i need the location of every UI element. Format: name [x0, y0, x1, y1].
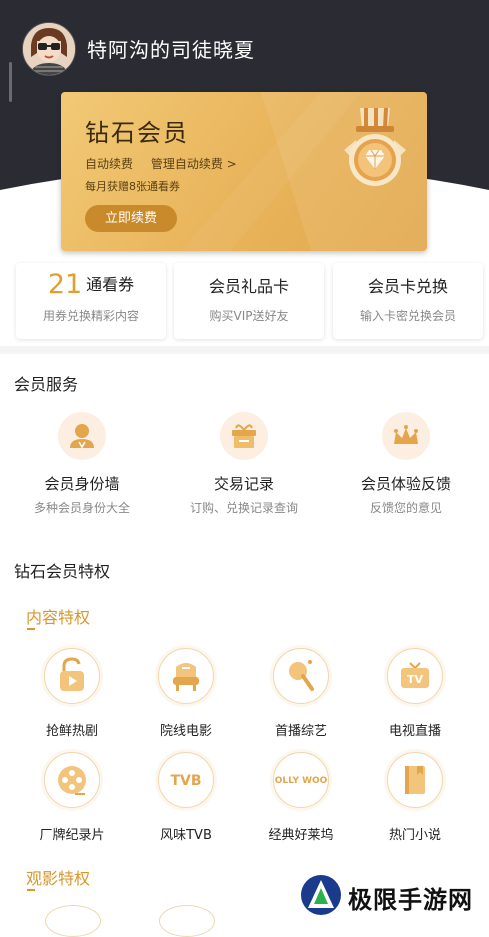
renew-button[interactable]: 立即续费	[85, 205, 177, 232]
svg-text:TV: TV	[407, 673, 424, 686]
privilege-live-tv[interactable]: TV 电视直播	[365, 648, 465, 739]
username[interactable]: 特阿沟的司徒晓夏	[87, 34, 255, 63]
tvb-logo-icon: TVB	[158, 752, 214, 808]
coupon-count: 21	[47, 269, 83, 300]
book-icon	[387, 752, 443, 808]
privilege-label: 热门小说	[388, 828, 441, 843]
cinema-seat-icon	[158, 648, 214, 704]
privilege-label: 院线电影	[159, 724, 212, 739]
heading-underline	[27, 889, 35, 891]
privilege-hollywood[interactable]: HOLLY WOOD 经典好莱坞	[251, 752, 351, 843]
privilege-hot-drama[interactable]: 抢鲜热剧	[22, 648, 122, 739]
auto-renew-label: 自动续费	[85, 157, 134, 171]
privilege-tvb[interactable]: TVB 风味TVB	[136, 752, 236, 843]
gift-card-subtitle: 购买VIP送好友	[209, 309, 289, 323]
watermark-text: 极限手游网	[348, 886, 473, 914]
coupon-card-title: 21 通看券	[16, 269, 166, 300]
service-feedback[interactable]: 会员体验反馈 反馈您的意见	[326, 412, 486, 516]
monthly-gift-text: 每月获赠8张通看券	[85, 180, 180, 193]
privilege-variety[interactable]: 首播综艺	[251, 648, 351, 739]
coupon-subtitle: 用券兑换精彩内容	[42, 309, 139, 323]
divider-band	[0, 346, 489, 354]
service-label: 会员体验反馈	[360, 475, 451, 493]
watermark-logo-icon	[301, 875, 341, 915]
unlock-play-icon	[44, 648, 100, 704]
privilege-label: 首播综艺	[274, 724, 327, 739]
privilege-documentary[interactable]: 厂牌纪录片	[22, 752, 122, 843]
vip-card-renew-line: 自动续费 管理自动续费 >	[85, 155, 237, 172]
privilege-label: 抢鲜热剧	[45, 724, 98, 739]
privilege-label: 厂牌纪录片	[39, 828, 105, 843]
scroll-indicator[interactable]	[9, 62, 12, 102]
service-subtitle: 反馈您的意见	[369, 501, 442, 515]
viewing-privileges-heading: 观影特权	[26, 869, 91, 888]
content-privileges-heading: 内容特权	[26, 608, 91, 627]
privilege-novels[interactable]: 热门小说	[365, 752, 465, 843]
tv-icon: TV	[387, 648, 443, 704]
card-redeem-title: 会员卡兑换	[367, 277, 448, 296]
avatar-image	[23, 23, 75, 75]
service-subtitle: 多种会员身份大全	[33, 501, 130, 515]
partial-privilege-icon[interactable]	[159, 905, 215, 937]
privilege-cinema[interactable]: 院线电影	[136, 648, 236, 739]
service-label: 会员身份墙	[44, 475, 120, 493]
vip-card-title: 钻石会员	[85, 119, 189, 147]
hollywood-logo-icon: HOLLY WOOD	[267, 752, 335, 808]
privileges-section-title: 钻石会员特权	[14, 562, 111, 581]
tvb-logo-text: TVB	[170, 773, 201, 789]
crown-icon	[382, 412, 430, 460]
service-identity-wall[interactable]: 会员身份墙 多种会员身份大全	[2, 412, 162, 516]
heading-underline	[27, 628, 35, 630]
coupon-label: 通看券	[86, 275, 135, 294]
avatar[interactable]	[22, 22, 76, 76]
gift-card[interactable]: 会员礼品卡 购买VIP送好友	[174, 263, 324, 339]
film-reel-icon	[44, 752, 100, 808]
privilege-label: 电视直播	[388, 724, 441, 739]
microphone-icon	[273, 648, 329, 704]
card-redeem-subtitle: 输入卡密兑换会员	[359, 309, 456, 323]
site-watermark: 极限手游网	[296, 872, 489, 920]
gift-box-icon	[220, 412, 268, 460]
member-avatar-icon	[58, 412, 106, 460]
partial-privilege-icon[interactable]	[45, 905, 101, 937]
manage-renew-link[interactable]: 管理自动续费 >	[151, 157, 237, 171]
vip-card[interactable]: 钻石会员 自动续费 管理自动续费 > 每月获赠8张通看券 立即续费	[61, 92, 427, 251]
hollywood-logo-text: HOLLY WOOD	[274, 776, 328, 786]
service-subtitle: 订购、兑换记录查询	[189, 501, 298, 515]
diamond-medal-icon	[344, 108, 406, 186]
gift-card-title: 会员礼品卡	[208, 277, 289, 296]
services-section-title: 会员服务	[14, 375, 79, 394]
privilege-label: 经典好莱坞	[268, 828, 334, 843]
privilege-label: 风味TVB	[160, 828, 212, 843]
coupon-card[interactable]: 21 通看券 用券兑换精彩内容	[16, 263, 166, 339]
service-transactions[interactable]: 交易记录 订购、兑换记录查询	[164, 412, 324, 516]
service-label: 交易记录	[213, 475, 274, 493]
card-redeem[interactable]: 会员卡兑换 输入卡密兑换会员	[333, 263, 483, 339]
